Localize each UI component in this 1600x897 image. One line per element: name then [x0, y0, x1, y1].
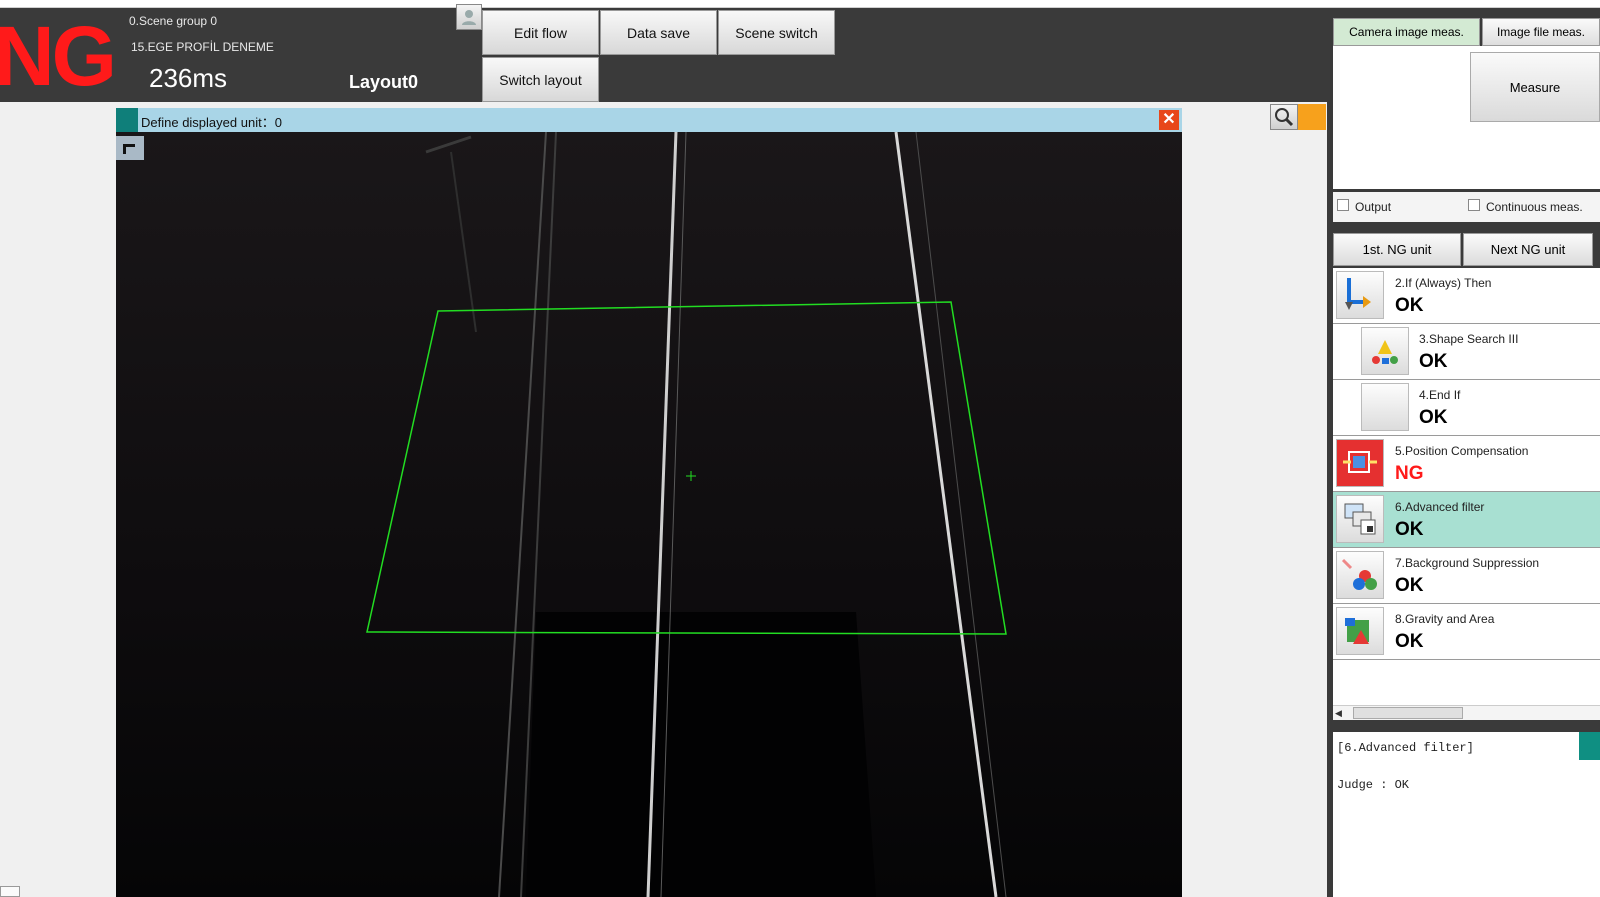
measure-options: Output Continuous meas.	[1333, 192, 1600, 222]
advanced-filter-icon	[1336, 495, 1384, 543]
next-ng-unit-button[interactable]: Next NG unit	[1463, 233, 1593, 266]
flow-item[interactable]: 6.Advanced filter OK	[1333, 492, 1600, 548]
flow-item[interactable]: 7.Background Suppression OK	[1333, 548, 1600, 604]
switch-layout-button[interactable]: Switch layout	[482, 57, 599, 102]
scene-switch-button[interactable]: Scene switch	[718, 10, 835, 55]
flow-item-name: 3.Shape Search III	[1419, 332, 1519, 346]
flow-item[interactable]: 5.Position Compensation NG	[1333, 436, 1600, 492]
detail-unit-name: [6.Advanced filter]	[1337, 741, 1474, 755]
background-suppression-icon	[1336, 551, 1384, 599]
scene-name-label: 15.EGE PROFİL DENEME	[131, 40, 274, 54]
detail-scroll-marker[interactable]	[1579, 732, 1600, 760]
corner-icon[interactable]	[116, 136, 144, 160]
detail-panel: [6.Advanced filter] Judge : OK	[1333, 732, 1600, 897]
camera-image[interactable]	[116, 132, 1182, 897]
output-label: Output	[1355, 200, 1392, 214]
flow-item-name: 6.Advanced filter	[1395, 500, 1485, 514]
gravity-area-icon	[1336, 607, 1384, 655]
flow-item-name: 5.Position Compensation	[1395, 444, 1529, 458]
corner-glyph	[123, 144, 135, 154]
status-indicator	[1298, 104, 1326, 130]
position-compensation-icon	[1336, 439, 1384, 487]
right-margin	[1182, 102, 1327, 897]
flow-list: 2.If (Always) Then OK 3.Shape Search III…	[1333, 268, 1600, 710]
layout-label: Layout0	[349, 72, 419, 92]
first-ng-unit-button[interactable]: 1st. NG unit	[1333, 233, 1461, 266]
viewer-title: Define displayed unit：0	[141, 115, 282, 130]
flow-item[interactable]: 3.Shape Search III OK	[1333, 324, 1600, 380]
flow-item[interactable]: 4.End If OK	[1333, 380, 1600, 436]
flow-item-result: OK	[1395, 519, 1424, 540]
tab-image-file-meas[interactable]: Image file meas.	[1482, 18, 1600, 46]
flow-item-result: OK	[1419, 351, 1448, 372]
zoom-icon[interactable]	[1270, 104, 1298, 130]
continuous-meas-checkbox[interactable]	[1468, 199, 1480, 211]
viewer-title-bar: Define displayed unit：0	[116, 108, 1182, 132]
flow-item-result: OK	[1395, 575, 1424, 596]
output-checkbox[interactable]	[1337, 199, 1349, 211]
processing-time: 236ms	[149, 63, 228, 93]
flow-item-result: OK	[1419, 407, 1448, 428]
flow-item[interactable]: 8.Gravity and Area OK	[1333, 604, 1600, 660]
gutter-toggle-button[interactable]	[0, 886, 20, 897]
viewer-color-swatch	[116, 108, 138, 132]
flow-item-name: 2.If (Always) Then	[1395, 276, 1492, 290]
shape-search-icon	[1361, 327, 1409, 375]
tab-camera-image-meas[interactable]: Camera image meas.	[1333, 18, 1480, 46]
edit-flow-button[interactable]: Edit flow	[482, 10, 599, 55]
camera-image-canvas	[116, 132, 1182, 897]
flow-item-result: OK	[1395, 631, 1424, 652]
flow-item-result: NG	[1395, 463, 1424, 484]
flow-item-name: 7.Background Suppression	[1395, 556, 1540, 570]
scroll-left-icon[interactable]: ◀	[1335, 708, 1342, 719]
flow-item-name: 4.End If	[1419, 388, 1461, 402]
measure-button[interactable]: Measure	[1470, 52, 1600, 122]
close-icon[interactable]: ✕	[1159, 110, 1179, 130]
detail-judge: Judge : OK	[1337, 778, 1410, 792]
scrollbar-thumb[interactable]	[1353, 707, 1463, 719]
flow-horizontal-scrollbar[interactable]: ◀	[1333, 705, 1600, 720]
scene-group-label: 0.Scene group 0	[129, 14, 218, 28]
if-branch-icon	[1336, 271, 1384, 319]
flow-item-name: 8.Gravity and Area	[1395, 612, 1495, 626]
overall-judgement: NG	[0, 9, 117, 103]
user-icon[interactable]	[456, 4, 482, 30]
left-gutter	[0, 102, 115, 897]
data-save-button[interactable]: Data save	[600, 10, 717, 55]
top-strip	[0, 0, 1600, 8]
zoom-glyph	[1275, 108, 1294, 127]
end-if-icon	[1361, 383, 1409, 431]
flow-item[interactable]: 2.If (Always) Then OK	[1333, 268, 1600, 324]
user-glyph	[462, 10, 476, 25]
flow-item-result: OK	[1395, 295, 1424, 316]
continuous-meas-label: Continuous meas.	[1486, 200, 1583, 214]
